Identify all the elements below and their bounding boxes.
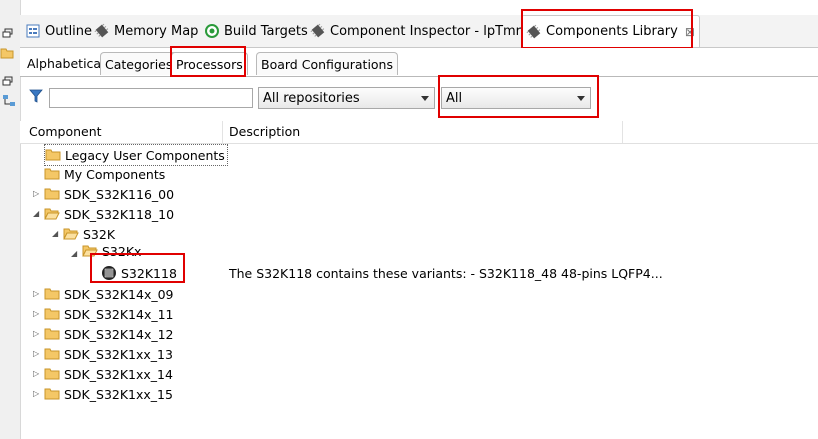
chip-icon	[94, 23, 109, 38]
tree-item-label: SDK_S32K1xx_15	[64, 386, 173, 402]
chip-icon	[526, 24, 541, 38]
chevron-down-icon	[577, 96, 585, 101]
view-tab-bar: Outline Memory Map Build Targets Compone…	[20, 15, 818, 48]
tree-item-label: SDK_S32K14x_09	[64, 286, 174, 302]
folder-icon	[44, 168, 60, 180]
tree-item-label: S32K	[83, 226, 116, 242]
tab-build-targets-label: Build Targets	[224, 23, 308, 39]
folder-icon	[44, 288, 60, 300]
folder-icon	[45, 149, 61, 161]
tree-item-s32k118[interactable]: S32K118	[101, 263, 177, 283]
folder-open-icon	[63, 228, 79, 240]
collapse-icon[interactable]: ◢	[33, 209, 41, 218]
tab-alphabetical[interactable]: Alphabetical	[23, 52, 109, 74]
repository-select-value: All repositories	[263, 90, 360, 106]
collapse-icon[interactable]: ◢	[52, 229, 60, 238]
filter-icon[interactable]	[29, 89, 43, 103]
tab-board-configurations-label: Board Configurations	[261, 56, 393, 72]
tab-categories-label: Categories	[105, 56, 173, 72]
processor-chip-icon	[102, 266, 116, 280]
tree-item-label: SDK_S32K118_10	[64, 206, 175, 222]
folder-open-icon	[82, 245, 98, 257]
search-input[interactable]	[49, 88, 253, 108]
tree-item-label: SDK_S32K1xx_14	[64, 366, 173, 382]
tab-board-configurations[interactable]: Board Configurations	[256, 52, 398, 75]
tab-memory-map[interactable]: Memory Map	[94, 15, 198, 47]
folder-icon	[44, 308, 60, 320]
tree-item-sdk-s32k14x-11[interactable]: SDK_S32K14x_11	[44, 304, 174, 324]
tree-item-s32k[interactable]: S32K	[63, 224, 115, 244]
column-divider[interactable]	[622, 121, 623, 143]
tree-item-label: SDK_S32K14x_11	[64, 306, 174, 322]
chip-icon	[310, 23, 325, 38]
tree-item-label: SDK_S32K116_00	[64, 186, 175, 202]
tree-item-sdk-s32k14x-09[interactable]: SDK_S32K14x_09	[44, 284, 174, 304]
tab-outline[interactable]: Outline	[25, 15, 92, 47]
tree-item-sdk-s32k116-00[interactable]: SDK_S32K116_00	[44, 184, 174, 204]
tab-alphabetical-label: Alphabetical	[27, 55, 105, 71]
expand-icon[interactable]: ▷	[33, 369, 41, 378]
tab-component-inspector[interactable]: Component Inspector - lpTmr1	[310, 15, 529, 47]
column-divider[interactable]	[222, 121, 223, 143]
tab-components-library[interactable]: Components Library ⊠	[521, 15, 700, 47]
folder-icon[interactable]	[0, 46, 14, 60]
tab-categories[interactable]: Categories	[100, 52, 178, 75]
tree-item-s32kx[interactable]: S32Kx	[82, 244, 141, 258]
repository-select[interactable]: All repositories	[258, 87, 435, 109]
tree-item-label: My Components	[64, 166, 166, 182]
table-header: Component Description	[20, 121, 818, 144]
expand-icon[interactable]: ▷	[33, 389, 41, 398]
column-header-component[interactable]: Component	[29, 124, 102, 139]
expand-icon[interactable]: ▷	[33, 349, 41, 358]
tree-item-sdk-s32k1xx-15[interactable]: SDK_S32K1xx_15	[44, 384, 173, 404]
folder-icon	[44, 348, 60, 360]
tree-item-sdk-s32k1xx-14[interactable]: SDK_S32K1xx_14	[44, 364, 173, 384]
folder-icon	[44, 328, 60, 340]
tab-outline-label: Outline	[45, 23, 93, 39]
hierarchy-icon[interactable]	[2, 94, 16, 108]
tree-item-sdk-s32k14x-12[interactable]: SDK_S32K14x_12	[44, 324, 174, 344]
tab-processors[interactable]: Processors	[171, 52, 248, 75]
tab-memory-map-label: Memory Map	[114, 23, 199, 39]
folder-icon	[44, 188, 60, 200]
tree-item-label: Legacy User Components	[65, 147, 225, 163]
tree-item-label: S32Kx	[102, 244, 142, 258]
restore-icon[interactable]	[2, 28, 14, 38]
sub-tab-bar: Alphabetical Categories Processors Board…	[20, 48, 818, 77]
expand-icon[interactable]: ▷	[33, 329, 41, 338]
tab-component-inspector-label: Component Inspector - lpTmr1	[330, 23, 530, 39]
expand-icon[interactable]: ▷	[33, 309, 41, 318]
target-icon	[205, 24, 219, 38]
collapse-icon[interactable]: ◢	[71, 249, 79, 258]
component-description: The S32K118 contains these variants: - S…	[229, 266, 663, 281]
tree-item-label: SDK_S32K1xx_13	[64, 346, 173, 362]
tab-components-library-label: Components Library	[546, 24, 678, 39]
close-tab-icon[interactable]: ⊠	[685, 25, 695, 39]
expand-icon[interactable]: ▷	[33, 189, 41, 198]
tree-item-my-components[interactable]: My Components	[44, 164, 165, 184]
chevron-down-icon	[421, 96, 429, 101]
folder-icon	[44, 388, 60, 400]
tree-item-label: SDK_S32K14x_12	[64, 326, 174, 342]
category-select[interactable]: All	[441, 87, 591, 109]
folder-icon	[44, 368, 60, 380]
folder-open-icon	[44, 208, 60, 220]
restore-icon[interactable]	[2, 76, 14, 86]
tab-build-targets[interactable]: Build Targets	[204, 15, 308, 47]
tree-item-sdk-s32k1xx-13[interactable]: SDK_S32K1xx_13	[44, 344, 173, 364]
tree-item-legacy-user-components[interactable]: Legacy User Components	[44, 144, 228, 166]
category-select-value: All	[446, 90, 463, 106]
column-header-description[interactable]: Description	[229, 124, 300, 139]
expand-icon[interactable]: ▷	[33, 289, 41, 298]
outline-icon	[26, 24, 40, 38]
tab-processors-label: Processors	[176, 56, 243, 72]
tree-item-label: S32K118	[121, 265, 177, 281]
tree-item-sdk-s32k118-10[interactable]: SDK_S32K118_10	[44, 204, 174, 224]
left-toolbar-strip	[0, 0, 21, 439]
